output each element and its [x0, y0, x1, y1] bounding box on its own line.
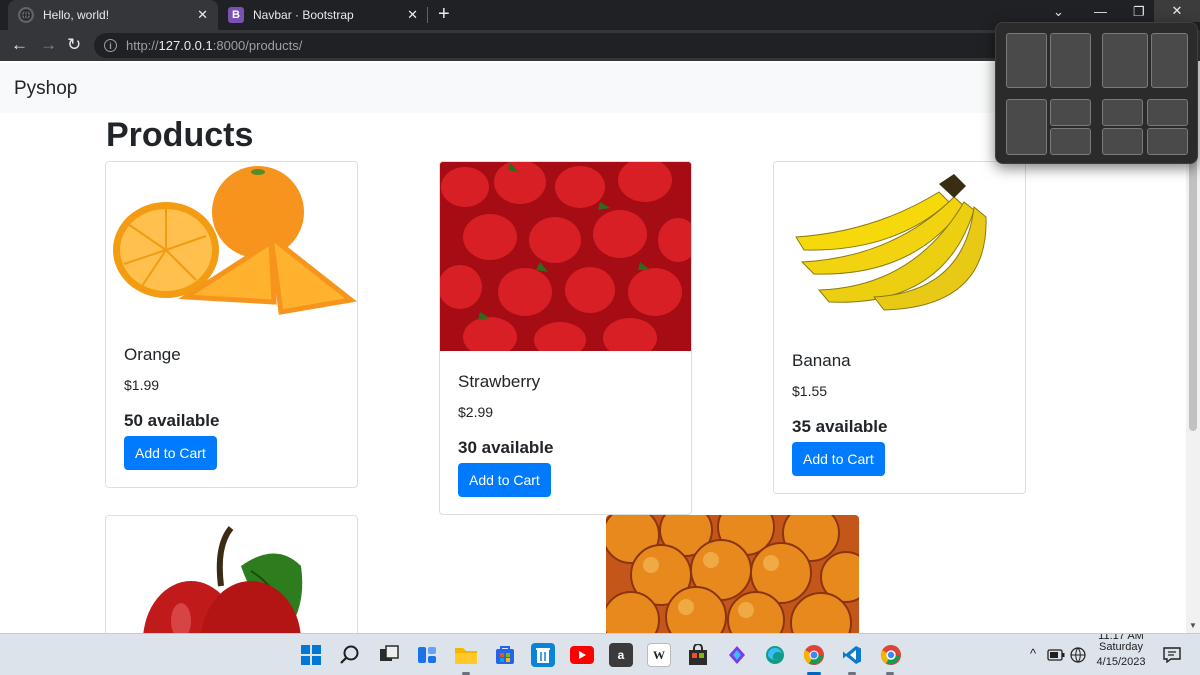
url-host: 127.0.0.1 [158, 38, 213, 53]
tab-separator [427, 7, 428, 23]
shopping-bag-icon[interactable] [686, 643, 710, 667]
snap-layout-quad-3[interactable] [1102, 128, 1143, 155]
info-icon[interactable]: i [104, 39, 117, 52]
close-icon[interactable]: ✕ [197, 7, 208, 23]
snap-layout-bottom-right[interactable] [1050, 128, 1091, 155]
banana-image [774, 162, 1025, 330]
snap-layout-top-right[interactable] [1050, 99, 1091, 126]
tab-hello-world[interactable]: Hello, world! ✕ [8, 0, 218, 30]
search-icon[interactable] [338, 643, 362, 667]
orange-image [106, 162, 357, 322]
reload-icon[interactable]: ↻ [67, 35, 81, 55]
navbar-brand[interactable]: Pyshop [14, 78, 77, 100]
product-card-banana: Banana $1.55 35 available Add to Cart [773, 161, 1026, 494]
add-to-cart-button[interactable]: Add to Cart [792, 442, 885, 476]
back-arrow-icon[interactable]: ← [11, 35, 28, 55]
wikipedia-icon[interactable]: W [647, 643, 671, 667]
apple-image [106, 516, 357, 633]
amazon-icon[interactable]: a [609, 643, 633, 667]
snap-layout-narrow-right[interactable] [1151, 33, 1188, 88]
clock-date[interactable]: 4/15/2023 [1095, 656, 1147, 668]
url-scheme: http:// [126, 38, 159, 53]
bootstrap-logo: B [228, 7, 244, 23]
snap-layouts-flyout [995, 22, 1198, 164]
chrome-icon[interactable] [802, 643, 826, 667]
forward-arrow-icon[interactable]: → [40, 35, 57, 55]
product-price: $1.55 [792, 383, 828, 399]
windows-start-icon[interactable] [299, 643, 323, 667]
product-card-fifth [606, 515, 859, 633]
globe-icon [18, 7, 34, 23]
recycle-bin-icon[interactable] [531, 643, 555, 667]
copilot-icon[interactable] [725, 643, 749, 667]
product-name: Orange [124, 345, 181, 364]
add-to-cart-button[interactable]: Add to Cart [458, 463, 551, 497]
clock-time[interactable]: 11:17 AM [1098, 634, 1144, 640]
product-price: $1.99 [124, 377, 160, 393]
store-icon[interactable] [493, 643, 517, 667]
battery-icon[interactable] [1046, 643, 1066, 667]
youtube-icon[interactable] [570, 646, 594, 664]
snap-layout-quad-1[interactable] [1102, 99, 1143, 126]
taskbar: a W ^ 11:17 AM Saturday 4/15/2023 [0, 633, 1200, 675]
scroll-down-icon[interactable]: ▼ [1189, 621, 1197, 630]
restore-button[interactable]: ❐ [1133, 4, 1145, 20]
chrome-profile-icon[interactable] [879, 643, 903, 667]
url-path: :8000/products/ [212, 38, 303, 53]
product-card-orange: Orange $1.99 50 available Add to Cart [105, 161, 358, 488]
product-stock: 30 available [458, 438, 554, 457]
network-globe-icon[interactable] [1068, 643, 1088, 667]
product-card-strawberry: Strawberry $2.99 30 available Add to Car… [439, 161, 692, 515]
snap-layout-main-left[interactable] [1006, 99, 1047, 155]
address-bar[interactable]: i http://127.0.0.1:8000/products/ [94, 33, 1094, 58]
page-title: Products [106, 116, 254, 154]
vscode-icon[interactable] [840, 643, 864, 667]
close-window-button[interactable]: ✕ [1154, 0, 1200, 22]
snap-layout-quad-4[interactable] [1147, 128, 1188, 155]
snap-layout-wide-left[interactable] [1102, 33, 1148, 88]
snap-layout-half-right[interactable] [1050, 33, 1091, 88]
strawberry-image [440, 162, 691, 351]
add-to-cart-button[interactable]: Add to Cart [124, 436, 217, 470]
file-explorer-icon[interactable] [454, 643, 478, 667]
tab-search-chevron-icon[interactable]: ⌄ [1053, 4, 1064, 20]
widgets-icon[interactable] [415, 643, 439, 667]
fruit-image [606, 515, 859, 633]
scroll-thumb[interactable] [1189, 121, 1197, 431]
close-icon[interactable]: ✕ [407, 7, 418, 23]
product-name: Banana [792, 351, 851, 370]
clock-day[interactable]: Saturday [1095, 641, 1147, 653]
tab-navbar-bootstrap[interactable]: B Navbar · Bootstrap ✕ [218, 0, 428, 30]
product-card-apple [105, 515, 358, 633]
notification-icon[interactable] [1160, 643, 1184, 667]
product-price: $2.99 [458, 404, 494, 420]
tab-title: Hello, world! [43, 8, 110, 22]
snap-layout-quad-2[interactable] [1147, 99, 1188, 126]
snap-layout-half-left[interactable] [1006, 33, 1047, 88]
new-tab-button[interactable]: + [438, 3, 450, 26]
task-view-icon[interactable] [377, 643, 401, 667]
edge-icon[interactable] [763, 643, 787, 667]
show-hidden-icons-chevron-icon[interactable]: ^ [1030, 646, 1036, 661]
tab-title: Navbar · Bootstrap [253, 8, 354, 22]
product-name: Strawberry [458, 372, 541, 391]
product-stock: 50 available [124, 411, 220, 430]
product-stock: 35 available [792, 417, 888, 436]
minimize-button[interactable]: — [1094, 4, 1107, 19]
